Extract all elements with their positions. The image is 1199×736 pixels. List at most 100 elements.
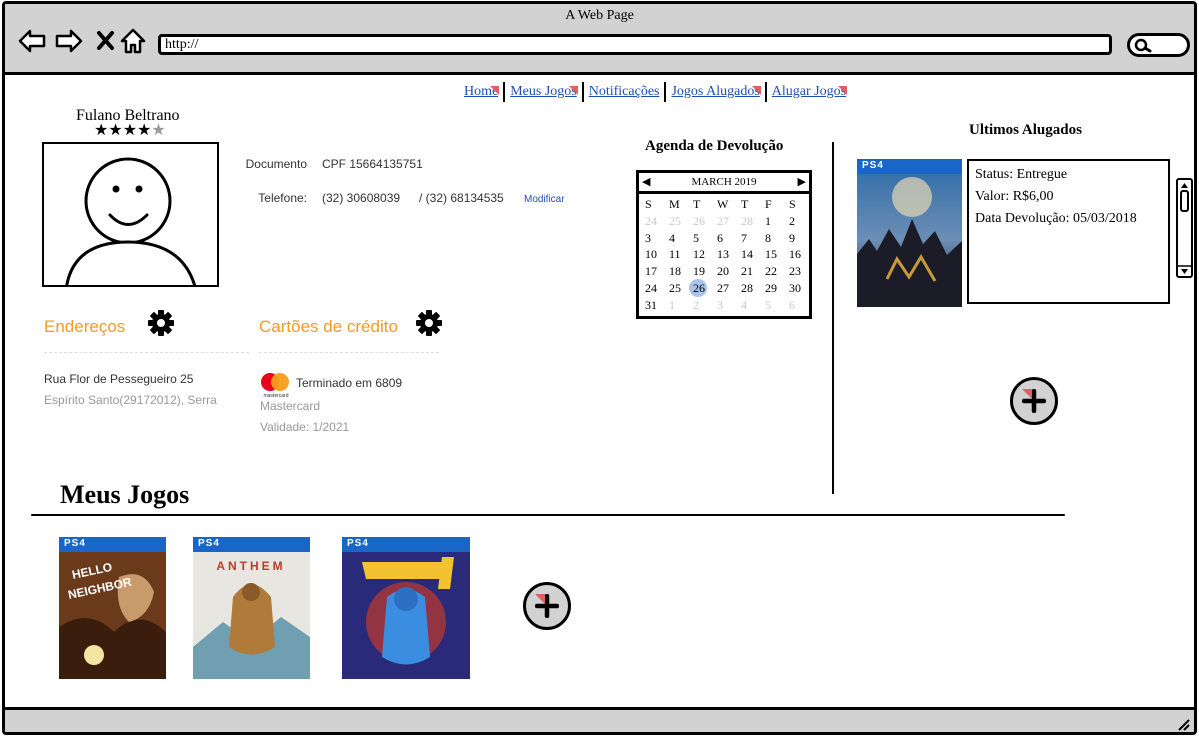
calendar-day[interactable]: 11: [666, 246, 690, 263]
calendar-day[interactable]: 13: [714, 246, 738, 263]
nav-link-my-games[interactable]: Meus Jogos: [505, 84, 582, 100]
calendar-day[interactable]: 7: [738, 230, 762, 247]
calendar-day[interactable]: 28: [738, 213, 762, 230]
browser-search-input[interactable]: [1127, 33, 1190, 57]
window-title: A Web Page: [565, 8, 634, 23]
star-icon: ★: [137, 122, 152, 139]
calendar-day[interactable]: 20: [714, 263, 738, 280]
add-game-button[interactable]: [523, 582, 571, 630]
link-marker-icon: [1022, 389, 1032, 399]
browser-window: A Web Page http:// Home Meus Jogos Notif…: [2, 1, 1197, 735]
phone-value-1: (32) 30608039: [322, 191, 401, 205]
browser-statusbar: [5, 707, 1194, 732]
calendar-day[interactable]: 29: [762, 280, 786, 297]
cards-settings-gear-icon[interactable]: [415, 309, 443, 337]
calendar-prev-icon[interactable]: ◀: [642, 173, 650, 191]
calendar-day[interactable]: 3: [642, 230, 666, 247]
calendar-day[interactable]: 2: [690, 297, 714, 314]
calendar-weekday: T: [741, 197, 749, 211]
last-rented-scrollbar[interactable]: [1176, 178, 1193, 278]
resize-grip-icon[interactable]: [1176, 717, 1190, 731]
ps4-band: PS4: [59, 537, 166, 552]
calendar-day[interactable]: 28: [738, 280, 762, 297]
calendar-day[interactable]: 4: [666, 230, 690, 247]
add-rental-button[interactable]: [1010, 377, 1058, 425]
calendar-day[interactable]: 14: [738, 246, 762, 263]
stop-icon[interactable]: [91, 26, 121, 56]
forward-icon[interactable]: [54, 26, 84, 56]
calendar-day[interactable]: 21: [738, 263, 762, 280]
calendar-day[interactable]: 2: [786, 213, 810, 230]
star-icon: ★: [122, 122, 138, 139]
calendar-day[interactable]: 27: [714, 280, 738, 297]
calendar-month: MARCH 2019: [691, 176, 757, 188]
calendar-day[interactable]: 3: [714, 297, 738, 314]
calendar-day[interactable]: 25: [666, 213, 690, 230]
calendar-day[interactable]: 22: [762, 263, 786, 280]
calendar-day[interactable]: 24: [642, 280, 666, 297]
calendar-day[interactable]: 19: [690, 263, 714, 280]
calendar-next-icon[interactable]: ▶: [798, 173, 806, 191]
calendar-day[interactable]: 4: [738, 297, 762, 314]
calendar-day[interactable]: 16: [786, 246, 810, 263]
link-marker-icon: [751, 86, 761, 95]
nav-link-rented-games[interactable]: Jogos Alugados: [666, 84, 764, 100]
game-cover-hello-neighbor[interactable]: HELLO NEIGHBOR PS4: [59, 537, 166, 679]
star-icon: ★: [108, 122, 123, 139]
calendar-day[interactable]: 6: [786, 297, 810, 314]
modify-phone-link[interactable]: Modificar: [524, 194, 565, 205]
calendar-weekday: S: [645, 197, 652, 211]
calendar-grid: S M T W T F S 24 25 26 27 28 1 2 3 4 5 6 7 8 9 10 11 12 13 14 15 16…: [639, 194, 809, 314]
home-icon[interactable]: [118, 26, 148, 56]
address-line-1: Rua Flor de Pessegueiro 25: [44, 372, 194, 386]
calendar-day[interactable]: 5: [690, 230, 714, 247]
calendar-title: Agenda de Devolução: [645, 138, 784, 154]
calendar-weekday: F: [765, 197, 772, 211]
calendar-day[interactable]: 6: [714, 230, 738, 247]
nav-link-home[interactable]: Home: [459, 84, 503, 100]
credit-cards-title: Cartões de crédito: [259, 317, 398, 336]
rating-stars: ★★★★★: [94, 123, 166, 139]
calendar-day[interactable]: 27: [714, 213, 738, 230]
calendar-day[interactable]: 31: [642, 297, 666, 314]
calendar-day[interactable]: 1: [666, 297, 690, 314]
game-cover-anthem[interactable]: ANTHEM PS4: [193, 537, 310, 679]
calendar-day[interactable]: 26: [690, 213, 714, 230]
calendar-day[interactable]: 8: [762, 230, 786, 247]
game-cover-mega-man-11[interactable]: PS4: [342, 537, 470, 679]
addresses-settings-gear-icon[interactable]: [147, 309, 175, 337]
calendar-day[interactable]: 18: [666, 263, 690, 280]
cards-divider: [259, 352, 439, 353]
calendar-day[interactable]: 1: [762, 213, 786, 230]
phone-label: Telefone:: [258, 191, 307, 205]
nav-link-rent-games[interactable]: Alugar Jogos: [767, 84, 851, 100]
addresses-divider: [44, 352, 249, 353]
last-rented-info: Status: Entregue Valor: R$6,00 Data Devo…: [967, 159, 1170, 304]
rental-return-date: Data Devolução: 05/03/2018: [975, 211, 1137, 226]
document-label: Documento: [245, 157, 307, 171]
calendar-day[interactable]: 9: [786, 230, 810, 247]
svg-text:ANTHEM: ANTHEM: [216, 559, 285, 573]
calendar-day[interactable]: 5: [762, 297, 786, 314]
last-rented-game-cover[interactable]: PS4: [857, 159, 962, 307]
calendar-day[interactable]: 24: [642, 213, 666, 230]
link-marker-icon: [568, 86, 578, 95]
avatar: [42, 142, 219, 287]
calendar-day[interactable]: 17: [642, 263, 666, 280]
calendar-day[interactable]: 23: [786, 263, 810, 280]
calendar-day[interactable]: 30: [786, 280, 810, 297]
calendar-weekday: S: [789, 197, 796, 211]
vertical-divider: [832, 142, 834, 494]
calendar-day[interactable]: 10: [642, 246, 666, 263]
back-icon[interactable]: [17, 26, 47, 56]
calendar-day-selected[interactable]: 26: [689, 278, 714, 297]
nav-link-notifications[interactable]: Notificações: [584, 84, 665, 100]
phone-value-2: / (32) 68134535: [419, 191, 504, 205]
url-input[interactable]: http://: [158, 34, 1112, 55]
calendar-day[interactable]: 15: [762, 246, 786, 263]
last-rented-title: Ultimos Alugados: [969, 122, 1082, 138]
star-icon: ★: [94, 122, 109, 139]
address-line-2: Espírito Santo(29172012), Serra: [44, 393, 217, 407]
calendar-day[interactable]: 12: [690, 246, 714, 263]
calendar-day[interactable]: 25: [666, 280, 690, 297]
